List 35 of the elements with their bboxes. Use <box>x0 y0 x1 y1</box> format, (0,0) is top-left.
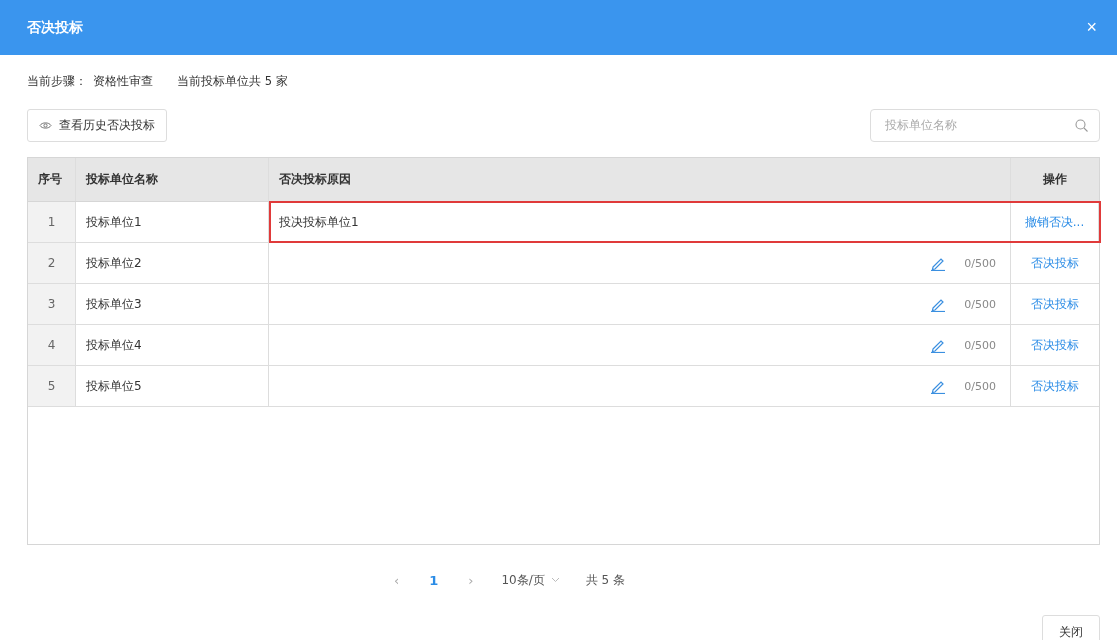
step-text: 当前步骤： 资格性审查 <box>27 73 153 89</box>
table-cell: 投标单位2 <box>76 243 269 283</box>
search-field[interactable]: 投标单位名称 <box>870 108 1100 142</box>
table-cell: 投标单位5 <box>76 366 269 406</box>
reason-input[interactable]: 0/500 <box>269 243 1011 283</box>
close-button[interactable]: × <box>1082 17 1101 38</box>
search-icon <box>1075 118 1088 132</box>
action-link[interactable]: 否决投标 <box>1031 254 1079 272</box>
next-page-button[interactable]: › <box>466 572 476 588</box>
action-link[interactable]: 否决投标 <box>1031 377 1079 395</box>
table-cell: 2 <box>28 243 76 283</box>
total-count: 共 5 条 <box>585 571 625 589</box>
close-dialog-button[interactable]: 关闭 <box>1042 615 1100 640</box>
reason-input[interactable]: 0/500 <box>269 366 1011 406</box>
table-cell: 5 <box>28 366 76 406</box>
table-cell: 3 <box>28 284 76 324</box>
action-link[interactable]: 否决投标 <box>1031 295 1079 313</box>
page-button[interactable]: 1 <box>427 572 441 588</box>
dialog-title: 否决投标 <box>27 18 83 37</box>
action-link[interactable]: 撤销否决... <box>1024 213 1085 231</box>
table-cell: 4 <box>28 325 76 365</box>
count-text: 当前投标单位共 5 家 <box>177 73 288 89</box>
eye-icon <box>39 120 52 130</box>
caret-icon <box>550 577 560 583</box>
reason-text: 投决投标单位1 <box>269 202 1011 242</box>
table-cell: 投标单位4 <box>76 325 269 365</box>
table-cell: 投标单位3 <box>76 284 269 324</box>
reason-input[interactable]: 0/500 <box>269 284 1011 324</box>
table-cell: 1 <box>28 202 76 242</box>
table-cell: 投标单位1 <box>76 202 269 242</box>
prev-page-button[interactable]: ‹ <box>392 572 402 588</box>
history-button[interactable]: 查看历史否决投标 <box>27 108 167 142</box>
reason-input[interactable]: 0/500 <box>269 325 1011 365</box>
page-size-select[interactable]: 10条/页 <box>501 571 560 589</box>
action-link[interactable]: 否决投标 <box>1031 336 1079 354</box>
